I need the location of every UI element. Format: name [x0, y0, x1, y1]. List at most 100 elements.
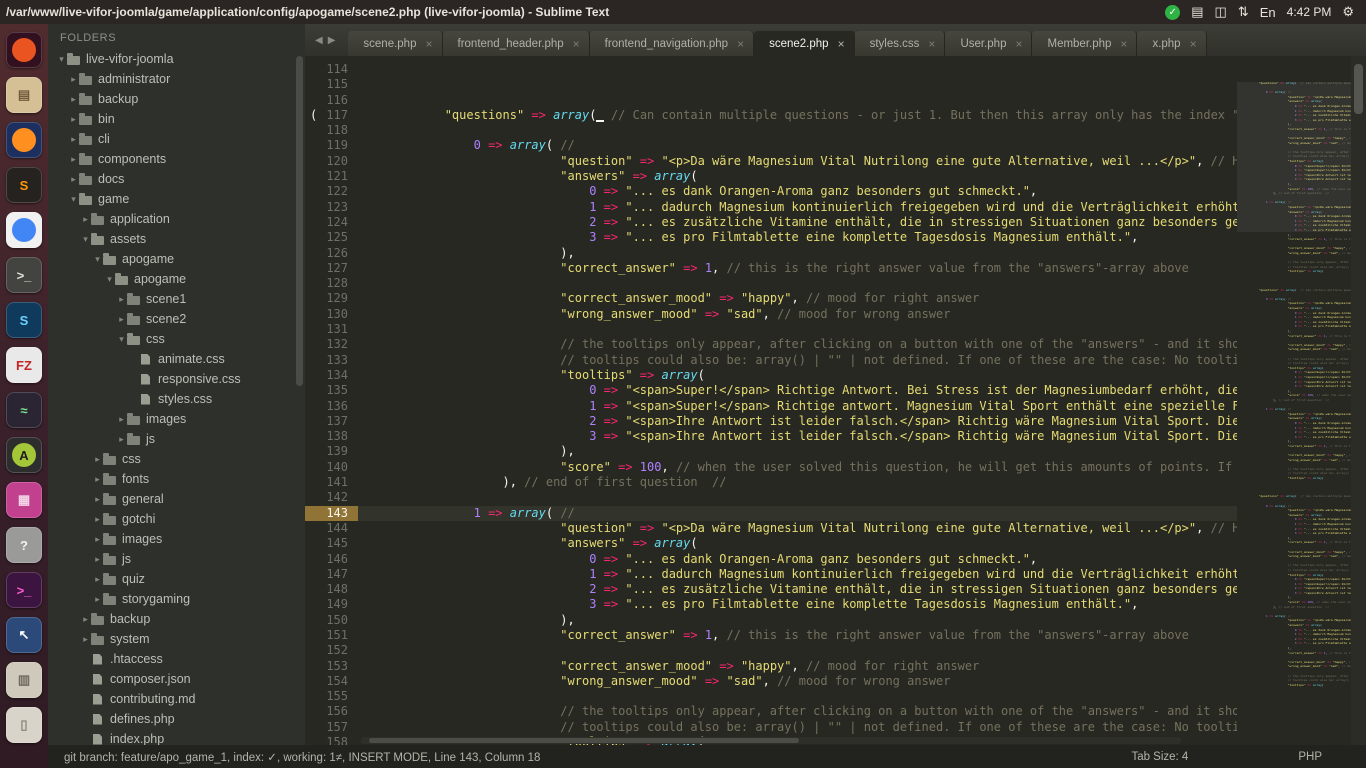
tab-close-icon[interactable]: × — [1190, 38, 1197, 50]
tree-item-quiz[interactable]: ▸ quiz — [48, 569, 305, 589]
system-monitor-icon[interactable]: ≈ — [6, 392, 42, 428]
chevron-right-icon: ▸ — [116, 294, 127, 305]
tree-item-scene1[interactable]: ▸scene1 — [48, 289, 305, 309]
tree-item-system[interactable]: ▸system — [48, 629, 305, 649]
sync-ok-icon[interactable]: ✓ — [1165, 5, 1180, 20]
tab-close-icon[interactable]: × — [838, 38, 845, 50]
tree-item-label: gotchi — [122, 512, 155, 526]
trash-icon[interactable]: ▯ — [6, 707, 42, 743]
tab-scene2-php[interactable]: scene2.php× — [754, 31, 854, 56]
help-icon[interactable]: ? — [6, 527, 42, 563]
tree-item-label: scene2 — [146, 312, 186, 326]
horizontal-scroll-thumb[interactable] — [369, 738, 799, 743]
keyboard-layout-indicator[interactable]: En — [1260, 5, 1276, 20]
tree-item-js[interactable]: ▸js — [48, 549, 305, 569]
minimap-viewport[interactable] — [1237, 82, 1351, 232]
pink-app-icon[interactable]: ▦ — [6, 482, 42, 518]
sidebar-scrollbar[interactable] — [296, 56, 303, 386]
tree-item-animate-css[interactable]: animate.css — [48, 349, 305, 369]
filezilla-icon[interactable]: FZ — [6, 347, 42, 383]
tree-item-gotchi[interactable]: ▸gotchi — [48, 509, 305, 529]
tab-close-icon[interactable]: × — [928, 38, 935, 50]
tree-item-live-vifor-joomla[interactable]: ▾live-vifor-joomla — [48, 49, 305, 69]
tree-item-css[interactable]: ▾css — [48, 329, 305, 349]
tab-scroll-arrows[interactable]: ◀▶ — [305, 35, 348, 56]
folder-tree: ▾live-vifor-joomla▸administrator▸backup▸… — [48, 49, 305, 745]
sublime-text-icon[interactable]: S — [6, 167, 42, 203]
tab-x-php[interactable]: x.php× — [1137, 31, 1206, 56]
purple-terminal-icon[interactable]: >_ — [6, 572, 42, 608]
horizontal-scrollbar[interactable] — [361, 737, 1181, 744]
firefox-icon[interactable] — [6, 122, 42, 158]
tab-size-indicator[interactable]: Tab Size: 4 — [1131, 751, 1188, 763]
tree-item-application[interactable]: ▸application — [48, 209, 305, 229]
tab-close-icon[interactable]: × — [425, 38, 432, 50]
files-icon[interactable]: ▤ — [6, 77, 42, 113]
tree-item-images[interactable]: ▸images — [48, 409, 305, 429]
tree-item-game[interactable]: ▾game — [48, 189, 305, 209]
tree-item-css[interactable]: ▸css — [48, 449, 305, 469]
tree-item-apogame[interactable]: ▾apogame — [48, 269, 305, 289]
tree-item-label: quiz — [122, 572, 145, 586]
terminal-icon[interactable]: >_ — [6, 257, 42, 293]
share-icon[interactable]: ◫ — [1215, 4, 1227, 20]
status-bar: git branch: feature/apo_game_1, index: ✓… — [48, 745, 1366, 768]
tree-item-administrator[interactable]: ▸administrator — [48, 69, 305, 89]
sublime-blue-icon[interactable]: S — [6, 302, 42, 338]
ubuntu-dash-icon[interactable] — [6, 32, 42, 68]
pointer-app-icon[interactable]: ↖ — [6, 617, 42, 653]
tree-item-images[interactable]: ▸images — [48, 529, 305, 549]
tree-item-docs[interactable]: ▸docs — [48, 169, 305, 189]
tree-item-cli[interactable]: ▸cli — [48, 129, 305, 149]
tab-styles-css[interactable]: styles.css× — [855, 31, 946, 56]
minimap[interactable]: "questions" => array( // Can contain mul… — [1237, 56, 1351, 745]
tree-item-apogame[interactable]: ▾apogame — [48, 249, 305, 269]
archive-icon[interactable]: ▥ — [6, 662, 42, 698]
tree-item-js[interactable]: ▸js — [48, 429, 305, 449]
code-line — [358, 62, 1237, 77]
tab-scene-php[interactable]: scene.php× — [348, 31, 442, 56]
tab-frontend-header-php[interactable]: frontend_header.php× — [443, 31, 590, 56]
tab-close-icon[interactable]: × — [1120, 38, 1127, 50]
tree-item-backup[interactable]: ▸backup — [48, 609, 305, 629]
clock[interactable]: 4:42 PM — [1287, 5, 1332, 19]
tree-item-storygaming[interactable]: ▸storygaming — [48, 589, 305, 609]
chevron-right-icon: ▸ — [80, 614, 91, 625]
tab-label: Member.php — [1047, 38, 1111, 50]
tree-item-assets[interactable]: ▾assets — [48, 229, 305, 249]
tree-item-composer-json[interactable]: composer.json — [48, 669, 305, 689]
tab-close-icon[interactable]: × — [1015, 38, 1022, 50]
tree-item-contributing-md[interactable]: contributing.md — [48, 689, 305, 709]
tree-item-scene2[interactable]: ▸ scene2 — [48, 309, 305, 329]
tree-item-bin[interactable]: ▸bin — [48, 109, 305, 129]
chevron-right-icon: ▸ — [92, 574, 103, 585]
tab-close-icon[interactable]: × — [573, 38, 580, 50]
clipboard-icon[interactable]: ▤ — [1191, 4, 1203, 20]
tree-item-backup[interactable]: ▸backup — [48, 89, 305, 109]
tree-item--htaccess[interactable]: .htaccess — [48, 649, 305, 669]
updown-arrows-icon[interactable]: ⇅ — [1238, 4, 1249, 20]
code-line — [358, 689, 1237, 704]
code-line: 2 => "<span>Ihre Antwort ist leider fals… — [358, 414, 1237, 429]
minimap-line: "correct_answer" => 1, // this is the ri… — [1237, 444, 1351, 449]
chevron-right-icon: ▸ — [116, 314, 127, 325]
tree-item-components[interactable]: ▸components — [48, 149, 305, 169]
tree-item-responsive-css[interactable]: responsive.css — [48, 369, 305, 389]
vertical-scroll-thumb[interactable] — [1354, 64, 1363, 114]
tree-item-defines-php[interactable]: defines.php — [48, 709, 305, 729]
tab-member-php[interactable]: Member.php × — [1032, 31, 1137, 56]
code-area[interactable]: "questions" => array( // Can contain mul… — [358, 56, 1237, 745]
tab-frontend-navigation-php[interactable]: frontend_navigation.php× — [590, 31, 754, 56]
tree-item-general[interactable]: ▸general — [48, 489, 305, 509]
line-number: 131 — [305, 322, 358, 337]
gear-icon[interactable]: ⚙ — [1342, 4, 1354, 20]
tree-item-index-php[interactable]: index.php — [48, 729, 305, 745]
tab-user-php[interactable]: User.php× — [945, 31, 1032, 56]
tree-item-fonts[interactable]: ▸fonts — [48, 469, 305, 489]
chrome-icon[interactable] — [6, 212, 42, 248]
vertical-scrollbar[interactable] — [1351, 56, 1366, 745]
android-studio-icon[interactable]: A — [6, 437, 42, 473]
tree-item-styles-css[interactable]: styles.css — [48, 389, 305, 409]
syntax-indicator[interactable]: PHP — [1298, 751, 1322, 763]
tab-close-icon[interactable]: × — [737, 38, 744, 50]
